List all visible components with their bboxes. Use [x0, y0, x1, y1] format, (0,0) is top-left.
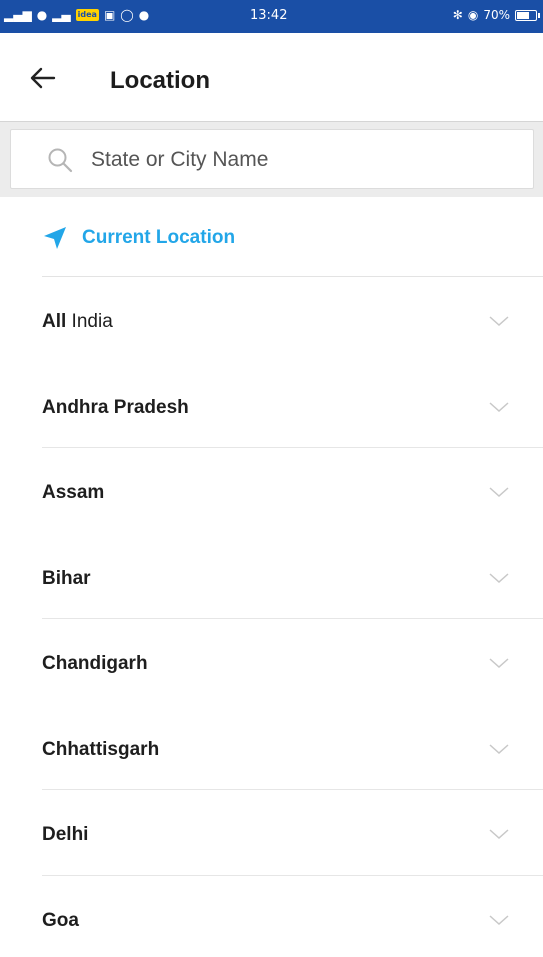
app-bar: Location [0, 33, 543, 121]
state-name: Goa [42, 910, 79, 932]
state-row[interactable]: Goa [0, 876, 543, 957]
status-left-icons: ▂▄▆ ● ▂▄ idea ▣ ◯ ● [4, 8, 149, 22]
state-name: Delhi [42, 824, 88, 846]
state-name-bold: Assam [42, 482, 105, 503]
message-icon: ● [138, 8, 150, 22]
page-title: Location [110, 67, 210, 94]
chevron-down-icon[interactable] [488, 657, 510, 669]
state-row[interactable]: Bihar [0, 534, 543, 619]
location-arrow-icon [44, 227, 66, 249]
chevron-down-icon[interactable] [488, 572, 510, 584]
state-row[interactable]: Delhi [0, 790, 543, 876]
state-name: Bihar [42, 568, 91, 590]
eye-icon: ◉ [467, 8, 479, 22]
state-row[interactable]: All India [0, 277, 543, 363]
state-list: All India Andhra Pradesh Assam Bihar Chandig… [0, 277, 543, 957]
state-name-bold: Chandigarh [42, 653, 148, 674]
status-bar: ▂▄▆ ● ▂▄ idea ▣ ◯ ● 13:42 ✻ ◉ 70% [0, 0, 543, 33]
chevron-down-icon[interactable] [488, 315, 510, 327]
search-icon [48, 148, 73, 173]
state-name: Assam [42, 482, 104, 504]
search-input[interactable] [91, 140, 511, 180]
state-name-bold: Delhi [42, 824, 89, 845]
state-name: Andhra Pradesh [42, 397, 189, 419]
current-location-label: Current Location [82, 227, 236, 248]
signal-icon: ▂▄▆ [4, 8, 32, 22]
state-name-bold: Goa [42, 909, 79, 931]
carrier-logo: idea [75, 9, 99, 21]
search-box[interactable] [10, 129, 534, 189]
state-name: Chandigarh [42, 653, 148, 675]
state-row[interactable]: Chandigarh [0, 619, 543, 705]
chevron-down-icon[interactable] [488, 828, 510, 840]
current-location-button[interactable]: Current Location [42, 222, 235, 254]
state-name-bold: Andhra Pradesh [42, 396, 189, 418]
search-container [0, 121, 543, 197]
battery-percent: 70% [483, 8, 510, 22]
chevron-down-icon[interactable] [488, 401, 510, 413]
state-name-bold: All [42, 311, 67, 332]
state-name-rest: India [66, 311, 113, 332]
notification-icon: ▣ [103, 8, 116, 22]
state-row[interactable]: Assam [0, 448, 543, 534]
data-icon: ● [36, 8, 48, 22]
state-name: All India [42, 311, 113, 333]
back-button[interactable] [26, 63, 60, 93]
status-time: 13:42 [250, 8, 288, 23]
state-name: Chhattisgarh [42, 739, 159, 761]
chevron-down-icon[interactable] [488, 743, 510, 755]
bluetooth-icon: ✻ [452, 8, 463, 22]
state-name-bold: Bihar [42, 567, 91, 589]
battery-icon [515, 9, 540, 21]
signal-icon-2: ▂▄ [52, 8, 71, 22]
state-name-bold: Chhattisgarh [42, 738, 160, 760]
state-row[interactable]: Chhattisgarh [0, 705, 543, 790]
chevron-down-icon[interactable] [488, 486, 510, 498]
state-row[interactable]: Andhra Pradesh [0, 363, 543, 448]
status-right-icons: ✻ ◉ 70% [452, 8, 540, 22]
whatsapp-icon: ◯ [120, 8, 134, 22]
arrow-left-icon [30, 67, 56, 89]
chevron-down-icon[interactable] [488, 914, 510, 926]
